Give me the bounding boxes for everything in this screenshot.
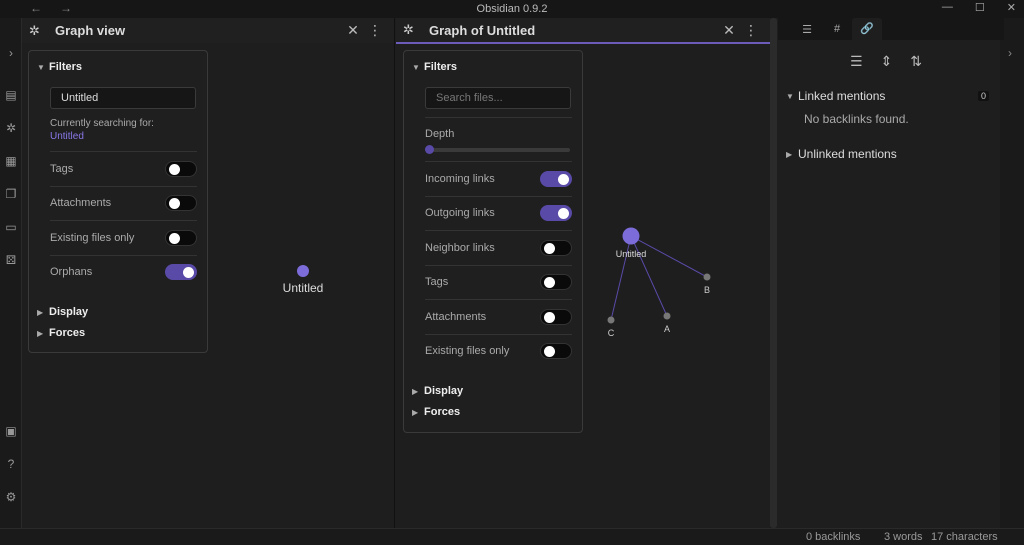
list-toggle-icon[interactable]: ☰ xyxy=(850,53,863,70)
backlinks-panel: ☰ ⇕ ⇅ ▼ Linked mentions 0 No backlinks f… xyxy=(778,40,1000,528)
settings-gear-icon[interactable]: ⚙ xyxy=(4,490,18,504)
graph-node-label: Untitled xyxy=(616,249,647,259)
unlinked-mentions-header[interactable]: ▶ Unlinked mentions xyxy=(786,147,897,161)
linked-count-badge: 0 xyxy=(978,91,990,101)
templates-icon[interactable]: ▦ xyxy=(4,154,18,168)
title-bar: ← → Obsidian 0.9.2 — ☐ ✕ xyxy=(0,0,1024,18)
graph-edge xyxy=(630,235,668,317)
sort-order-icon[interactable]: ⇅ xyxy=(910,53,922,70)
window-controls: — ☐ ✕ xyxy=(942,1,1016,14)
character-count: 17 characters xyxy=(931,531,998,543)
graph-node-label: A xyxy=(664,324,670,334)
left-ribbon: › ▤ ✲ ▦ ❐ ▭ ⚄ ▣ ? ⚙ xyxy=(0,18,22,528)
collapse-triangle-icon: ▼ xyxy=(786,91,794,101)
expand-triangle-icon: ▶ xyxy=(786,149,793,159)
graph-canvas[interactable]: Untitled xyxy=(22,18,395,528)
graph-view-pane: ✲ Graph view ✕ ⋮ ▼ Filters Untitled Curr… xyxy=(22,18,395,528)
graph-node-label: Untitled xyxy=(283,281,324,295)
local-graph-canvas[interactable]: Untitled B A C xyxy=(396,18,770,528)
minimize-icon[interactable]: — xyxy=(942,1,953,14)
tags-tab-icon[interactable]: # xyxy=(822,23,852,35)
backlinks-count: 0 backlinks xyxy=(806,531,861,543)
graph-node-label: C xyxy=(608,328,615,338)
right-sidebar: ☰ # 🔗 ☰ ⇕ ⇅ ▼ Linked mentions 0 No backl… xyxy=(778,18,1024,528)
close-window-icon[interactable]: ✕ xyxy=(1007,1,1016,14)
backlink-toolbar: ☰ ⇕ ⇅ xyxy=(850,53,922,70)
help-icon[interactable]: ? xyxy=(4,457,18,471)
graph-node-untitled[interactable] xyxy=(622,227,640,245)
vault-icon[interactable]: ▣ xyxy=(4,424,18,438)
collapse-sidebar-chevron-icon[interactable]: › xyxy=(1008,46,1012,60)
linked-mentions-header[interactable]: ▼ Linked mentions xyxy=(786,89,885,103)
graph-view-icon[interactable]: ✲ xyxy=(4,121,18,135)
collapse-results-icon[interactable]: ⇕ xyxy=(881,53,893,70)
archive-icon[interactable]: ▭ xyxy=(4,220,18,234)
back-arrow-icon[interactable]: ← xyxy=(30,1,42,15)
graph-node-c[interactable] xyxy=(607,316,615,324)
graph-node-b[interactable] xyxy=(703,273,711,281)
outline-tab-icon[interactable]: ☰ xyxy=(792,23,822,36)
local-graph-pane: ✲ Graph of Untitled ✕ ⋮ ▼ Filters Search… xyxy=(396,18,770,528)
graph-node-a[interactable] xyxy=(663,312,671,320)
dice-icon[interactable]: ⚄ xyxy=(4,253,18,267)
window-title: Obsidian 0.9.2 xyxy=(476,3,548,15)
backlinks-tab-icon[interactable]: 🔗 xyxy=(852,18,882,40)
copy-icon[interactable]: ❐ xyxy=(4,187,18,201)
maximize-icon[interactable]: ☐ xyxy=(975,1,985,14)
graph-node-untitled[interactable] xyxy=(297,265,309,277)
forward-arrow-icon[interactable]: → xyxy=(60,1,72,15)
word-count: 3 words xyxy=(884,531,923,543)
unlinked-mentions-label: Unlinked mentions xyxy=(798,147,897,161)
nav-buttons: ← → xyxy=(30,1,72,15)
scrollbar[interactable] xyxy=(770,18,777,528)
expand-sidebar-chevron-icon[interactable]: › xyxy=(4,46,18,60)
status-bar: 0 backlinks 3 words 17 characters xyxy=(0,528,1024,545)
graph-node-label: B xyxy=(704,285,710,295)
linked-mentions-label: Linked mentions xyxy=(798,89,886,103)
right-sidebar-tabs: ☰ # 🔗 xyxy=(778,18,1004,40)
no-backlinks-text: No backlinks found. xyxy=(804,112,909,126)
open-quick-switcher-icon[interactable]: ▤ xyxy=(4,88,18,102)
